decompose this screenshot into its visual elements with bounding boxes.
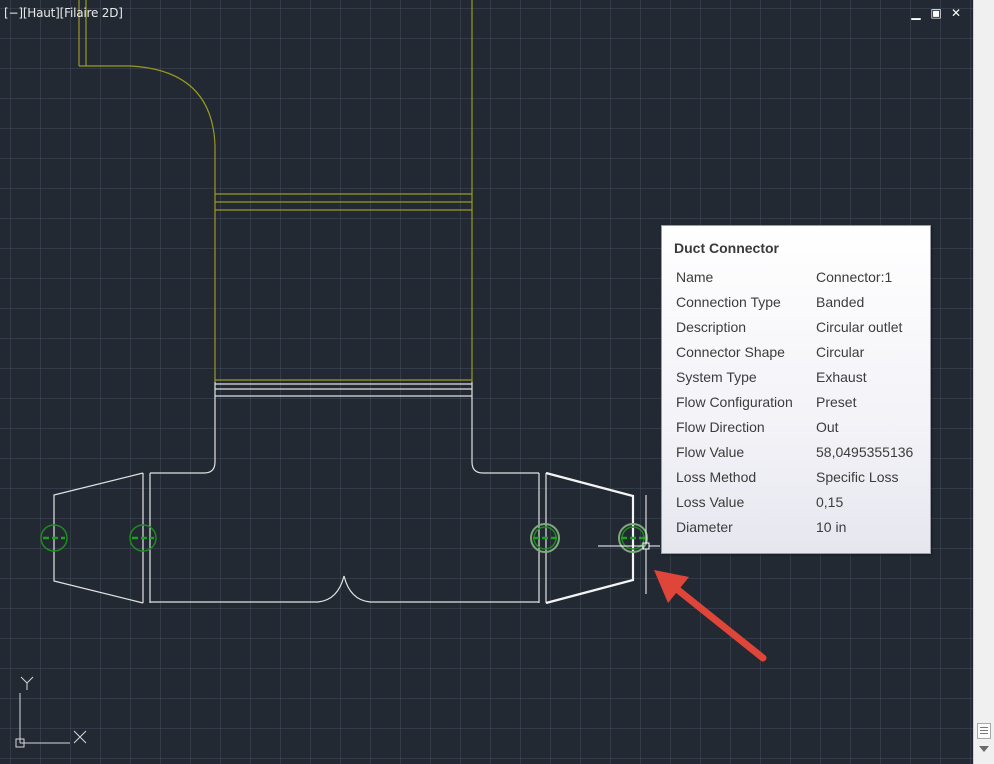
property-value: Banded [816, 294, 865, 310]
property-value: Specific Loss [816, 469, 899, 485]
property-name: Connection Type [676, 294, 781, 310]
property-name: Flow Value [676, 444, 745, 460]
restore-icon[interactable]: ▣ [929, 6, 943, 20]
vertical-scrollbar[interactable] [973, 0, 994, 764]
property-name: Name [676, 269, 714, 285]
scroll-grip-icon[interactable] [977, 723, 991, 739]
property-value: Preset [816, 394, 857, 410]
property-value: 0,15 [816, 494, 844, 510]
property-value: Circular outlet [816, 319, 903, 335]
close-icon[interactable]: ✕ [949, 6, 963, 20]
property-value: Circular [816, 344, 865, 360]
annotation-arrow-icon [654, 570, 767, 662]
property-name: Flow Direction [676, 419, 765, 435]
ucs-icon [15, 676, 87, 748]
scroll-down-arrow-icon[interactable] [979, 746, 989, 752]
property-name: Diameter [676, 519, 733, 535]
property-name: Description [676, 319, 747, 335]
property-name: Loss Value [676, 494, 745, 510]
property-name: Loss Method [676, 469, 757, 485]
property-value: 58,0495355136 [816, 444, 914, 460]
white-duct-fitting[interactable] [53, 382, 635, 605]
yellow-duct-system[interactable] [78, 0, 473, 382]
property-name: Flow Configuration [676, 394, 793, 410]
viewport-label[interactable]: [−][Haut][Filaire 2D] [4, 6, 123, 20]
property-value: Exhaust [816, 369, 867, 385]
property-name: System Type [676, 369, 757, 385]
tooltip-title: Duct Connector [674, 240, 779, 256]
crosshair-cursor [598, 495, 660, 594]
property-name: Connector Shape [676, 344, 785, 360]
property-value: 10 in [816, 519, 847, 535]
property-value: Out [816, 419, 839, 435]
duct-connector-tooltip: Duct Connector Name Connector:1 Connection… [661, 225, 931, 554]
minimize-icon[interactable]: ▁ [909, 6, 923, 20]
property-value: Connector:1 [816, 269, 893, 285]
drawing-viewport[interactable]: [−][Haut][Filaire 2D] ▁ ▣ ✕ Duct Connect… [0, 0, 973, 764]
connector-right-inner[interactable] [530, 523, 560, 553]
